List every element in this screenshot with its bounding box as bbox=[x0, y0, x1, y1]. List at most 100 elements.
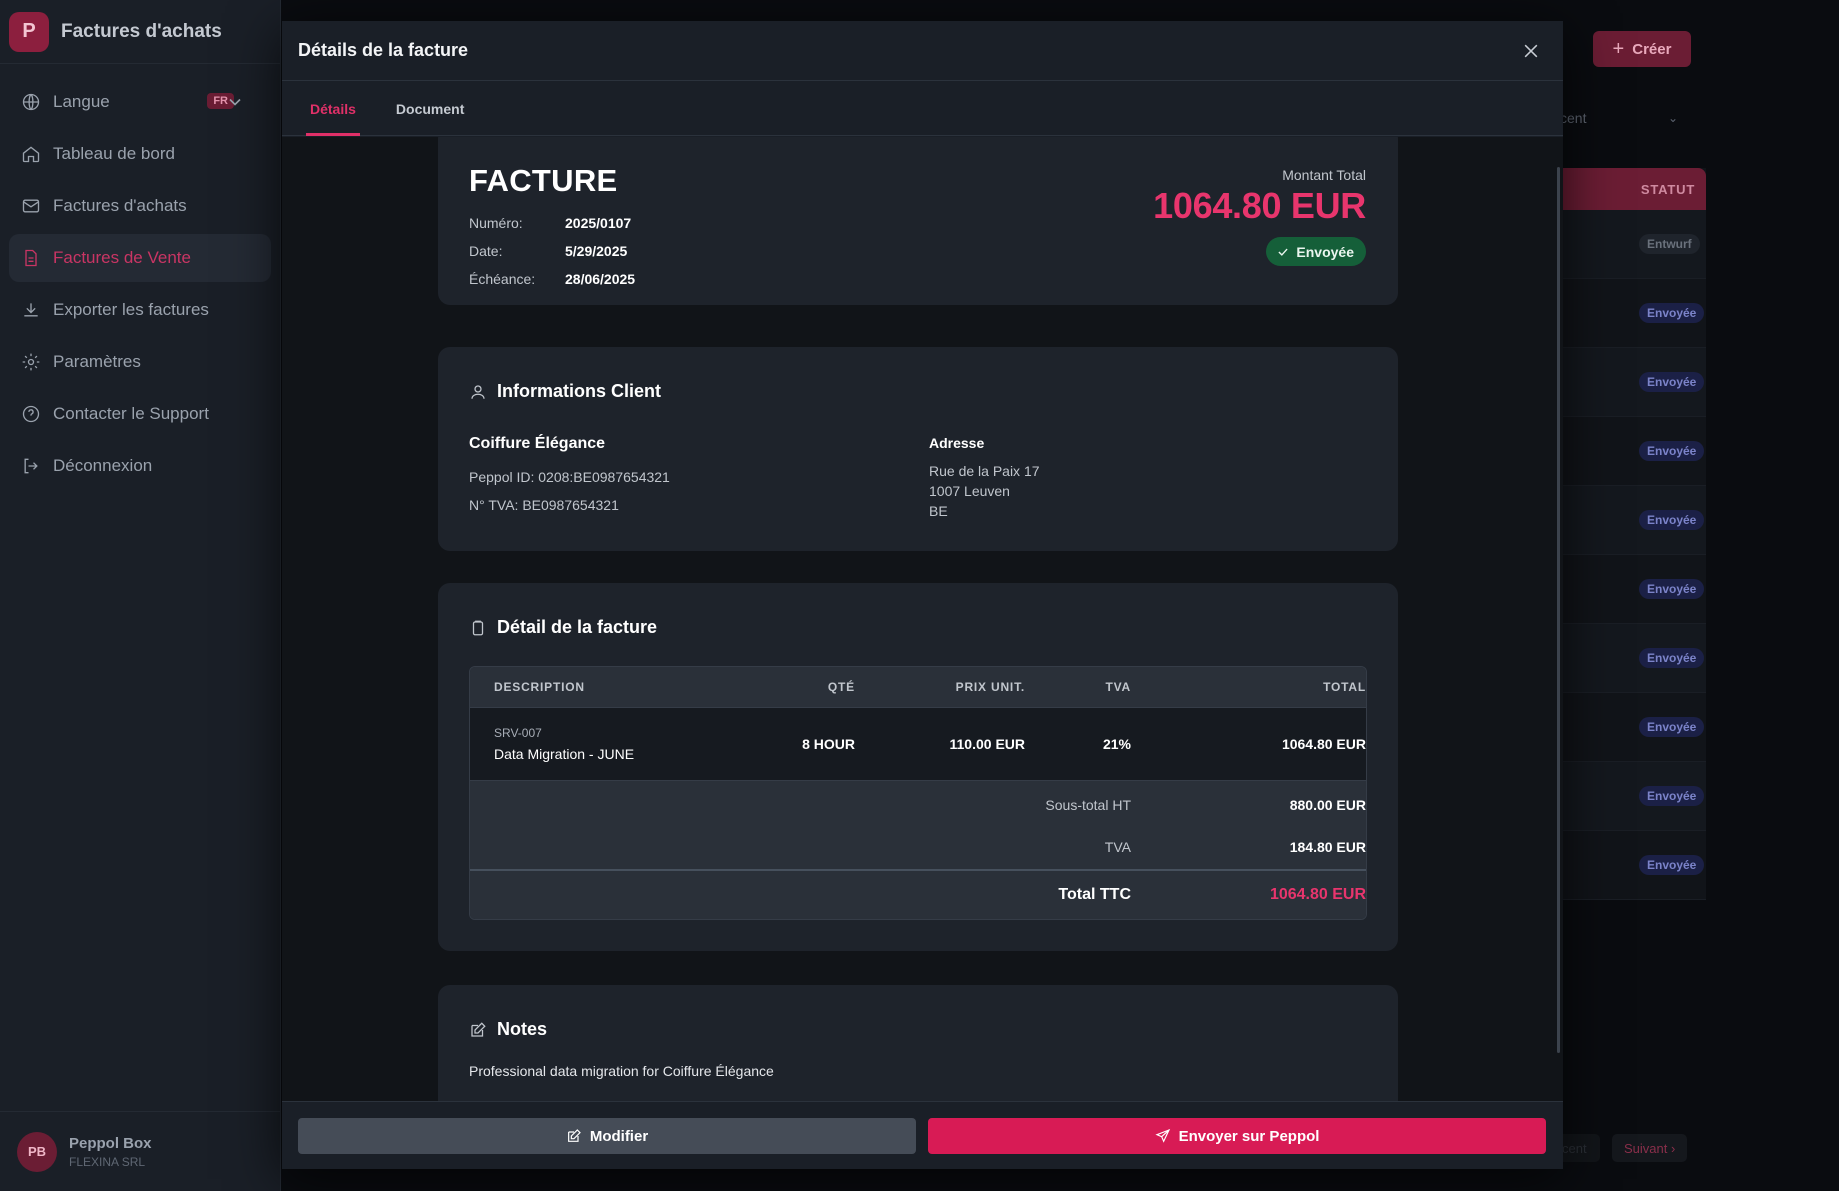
client-vat-number: N° TVA: BE0987654321 bbox=[469, 497, 619, 513]
invoice-number: Numéro: 2025/0107 bbox=[469, 215, 631, 231]
create-button-label: Créer bbox=[1632, 40, 1672, 58]
total-amount-label: Montant Total bbox=[1282, 167, 1366, 183]
invoice-details-modal: Détails de la facture Détails Document F… bbox=[282, 21, 1563, 1169]
table-row: SRV-007 Data Migration - JUNE 8 HOUR 110… bbox=[470, 708, 1366, 781]
address-line: Rue de la Paix 17 bbox=[929, 463, 1040, 479]
status-badge: Envoyée bbox=[1639, 786, 1705, 806]
invoice-number-value: 2025/0107 bbox=[565, 215, 632, 231]
table-row[interactable]: Envoyée bbox=[1550, 624, 1706, 693]
modal-body[interactable]: FACTURE Numéro: 2025/0107 Date: 5/29/2025 … bbox=[282, 137, 1563, 1101]
status-badge: Envoyée bbox=[1639, 717, 1705, 737]
scrollbar[interactable] bbox=[1557, 167, 1560, 1053]
column-header-vat: TVA bbox=[1105, 680, 1131, 694]
sidebar-item-label: Exporter les factures bbox=[53, 300, 209, 319]
sidebar-item-label: Factures de Vente bbox=[53, 248, 191, 267]
period-select[interactable]: cent ⌄ bbox=[1560, 100, 1692, 136]
invoice-heading: FACTURE bbox=[469, 163, 618, 198]
table-row[interactable]: Envoyée bbox=[1550, 831, 1706, 900]
total-amount-value: 1064.80 EUR bbox=[1153, 185, 1366, 226]
status-badge: Envoyée bbox=[1639, 510, 1705, 530]
sidebar-item-export[interactable]: Exporter les factures bbox=[9, 286, 271, 334]
details-section-label: Détail de la facture bbox=[497, 617, 658, 637]
gear-icon bbox=[22, 353, 40, 371]
document-icon bbox=[25, 249, 37, 267]
table-row[interactable]: Envoyée bbox=[1550, 762, 1706, 831]
edit-icon bbox=[567, 1129, 581, 1142]
column-header-description: DESCRIPTION bbox=[494, 680, 585, 694]
notes-card: Notes Professional data migration for Co… bbox=[438, 985, 1398, 1101]
user-profile[interactable]: PB Peppol Box FLEXINA SRL bbox=[0, 1111, 281, 1191]
mail-icon bbox=[22, 199, 40, 213]
table-header: DESCRIPTION QTÉ PRIX UNIT. TVA TOTAL bbox=[470, 667, 1366, 708]
status-badge: Envoyée bbox=[1639, 855, 1705, 875]
invoice-lines-card: Détail de la facture DESCRIPTION QTÉ PRI… bbox=[438, 583, 1398, 951]
send-icon bbox=[1154, 1128, 1170, 1143]
status-column-header[interactable]: STATUT bbox=[1550, 168, 1706, 210]
sidebar-header: P Factures d'achats bbox=[0, 0, 280, 64]
clipboard-icon bbox=[472, 620, 484, 635]
grand-total-label: Total TTC bbox=[1058, 886, 1131, 903]
sidebar-item-dashboard[interactable]: Tableau de bord bbox=[9, 130, 271, 178]
line-sku: SRV-007 bbox=[494, 726, 542, 740]
subtotal-row: Sous-total HT 880.00 EUR bbox=[470, 781, 1366, 825]
table-row[interactable]: Envoyée bbox=[1550, 279, 1706, 348]
app-logo[interactable]: P bbox=[9, 11, 49, 52]
grand-total-row: Total TTC 1064.80 EUR bbox=[470, 869, 1366, 919]
notes-section-title: Notes bbox=[469, 1019, 547, 1040]
address-line: BE bbox=[929, 503, 948, 519]
line-total: 1064.80 EUR bbox=[1281, 736, 1366, 752]
notes-section-label: Notes bbox=[497, 1019, 548, 1039]
sidebar-item-label: Langue bbox=[53, 92, 110, 111]
edit-button[interactable]: Modifier bbox=[298, 1118, 916, 1154]
sidebar-item-settings[interactable]: Paramètres bbox=[9, 338, 271, 386]
invoice-summary-card: FACTURE Numéro: 2025/0107 Date: 5/29/2025 … bbox=[438, 137, 1398, 305]
invoice-number-label: Numéro: bbox=[469, 215, 523, 231]
user-info: Peppol Box FLEXINA SRL bbox=[69, 1135, 152, 1169]
sidebar-item-support[interactable]: Contacter le Support bbox=[9, 390, 271, 438]
send-peppol-button[interactable]: Envoyer sur Peppol bbox=[928, 1118, 1546, 1154]
sidebar-item-label: Contacter le Support bbox=[53, 404, 209, 423]
table-row[interactable]: Envoyée bbox=[1550, 417, 1706, 486]
vat-row: TVA 184.80 EUR bbox=[470, 825, 1366, 869]
table-row[interactable]: Envoyée bbox=[1550, 348, 1706, 417]
table-row[interactable]: Envoyée bbox=[1550, 486, 1706, 555]
sidebar-item-purchase-invoices[interactable]: Factures d'achats bbox=[9, 182, 271, 230]
sidebar-item-label: Paramètres bbox=[53, 352, 141, 371]
table-row[interactable]: Envoyée bbox=[1550, 555, 1706, 624]
vat-value: 184.80 EUR bbox=[1289, 839, 1366, 855]
table-row[interactable]: Entwurf bbox=[1550, 210, 1706, 279]
subtotal-label: Sous-total HT bbox=[1045, 797, 1131, 813]
create-button[interactable]: + Créer bbox=[1593, 31, 1691, 67]
sidebar-item-logout[interactable]: Déconnexion bbox=[9, 442, 271, 490]
period-select-value: cent bbox=[1560, 110, 1587, 126]
status-badge: Envoyée bbox=[1639, 303, 1705, 323]
sidebar-item-language[interactable]: Langue FR bbox=[9, 78, 271, 126]
line-description: Data Migration - JUNE bbox=[494, 746, 635, 762]
check-icon bbox=[1278, 248, 1289, 256]
column-header-total: TOTAL bbox=[1323, 680, 1366, 694]
client-info-card: Informations Client Coiffure Élégance Pe… bbox=[438, 347, 1398, 551]
tab-document[interactable]: Document bbox=[392, 81, 468, 136]
status-badge: Envoyée bbox=[1639, 441, 1705, 461]
status-badge: Entwurf bbox=[1639, 234, 1700, 254]
column-header-price: PRIX UNIT. bbox=[955, 680, 1025, 694]
chevron-down-icon[interactable] bbox=[225, 92, 245, 112]
download-icon bbox=[24, 303, 38, 317]
invoice-date-label: Date: bbox=[469, 243, 503, 259]
modal-header: Détails de la facture bbox=[282, 21, 1563, 81]
avatar: PB bbox=[17, 1131, 57, 1172]
chevron-right-icon: › bbox=[1671, 1140, 1676, 1156]
sidebar-item-sales-invoices[interactable]: Factures de Vente bbox=[9, 234, 271, 282]
invoice-due-label: Échéance: bbox=[469, 271, 536, 287]
close-icon[interactable] bbox=[1521, 41, 1541, 61]
client-name: Coiffure Élégance bbox=[469, 435, 606, 452]
next-page-button[interactable]: Suivant › bbox=[1612, 1134, 1688, 1162]
sidebar: P Factures d'achats Langue FR Tableau de… bbox=[0, 0, 281, 1191]
client-section-label: Informations Client bbox=[497, 381, 662, 401]
sidebar-item-label: Factures d'achats bbox=[53, 196, 187, 215]
send-button-label: Envoyer sur Peppol bbox=[1178, 1127, 1320, 1145]
vat-label: TVA bbox=[1104, 839, 1131, 855]
chevron-down-icon: ⌄ bbox=[1667, 111, 1678, 125]
tab-details[interactable]: Détails bbox=[306, 81, 360, 136]
table-row[interactable]: Envoyée bbox=[1550, 693, 1706, 762]
